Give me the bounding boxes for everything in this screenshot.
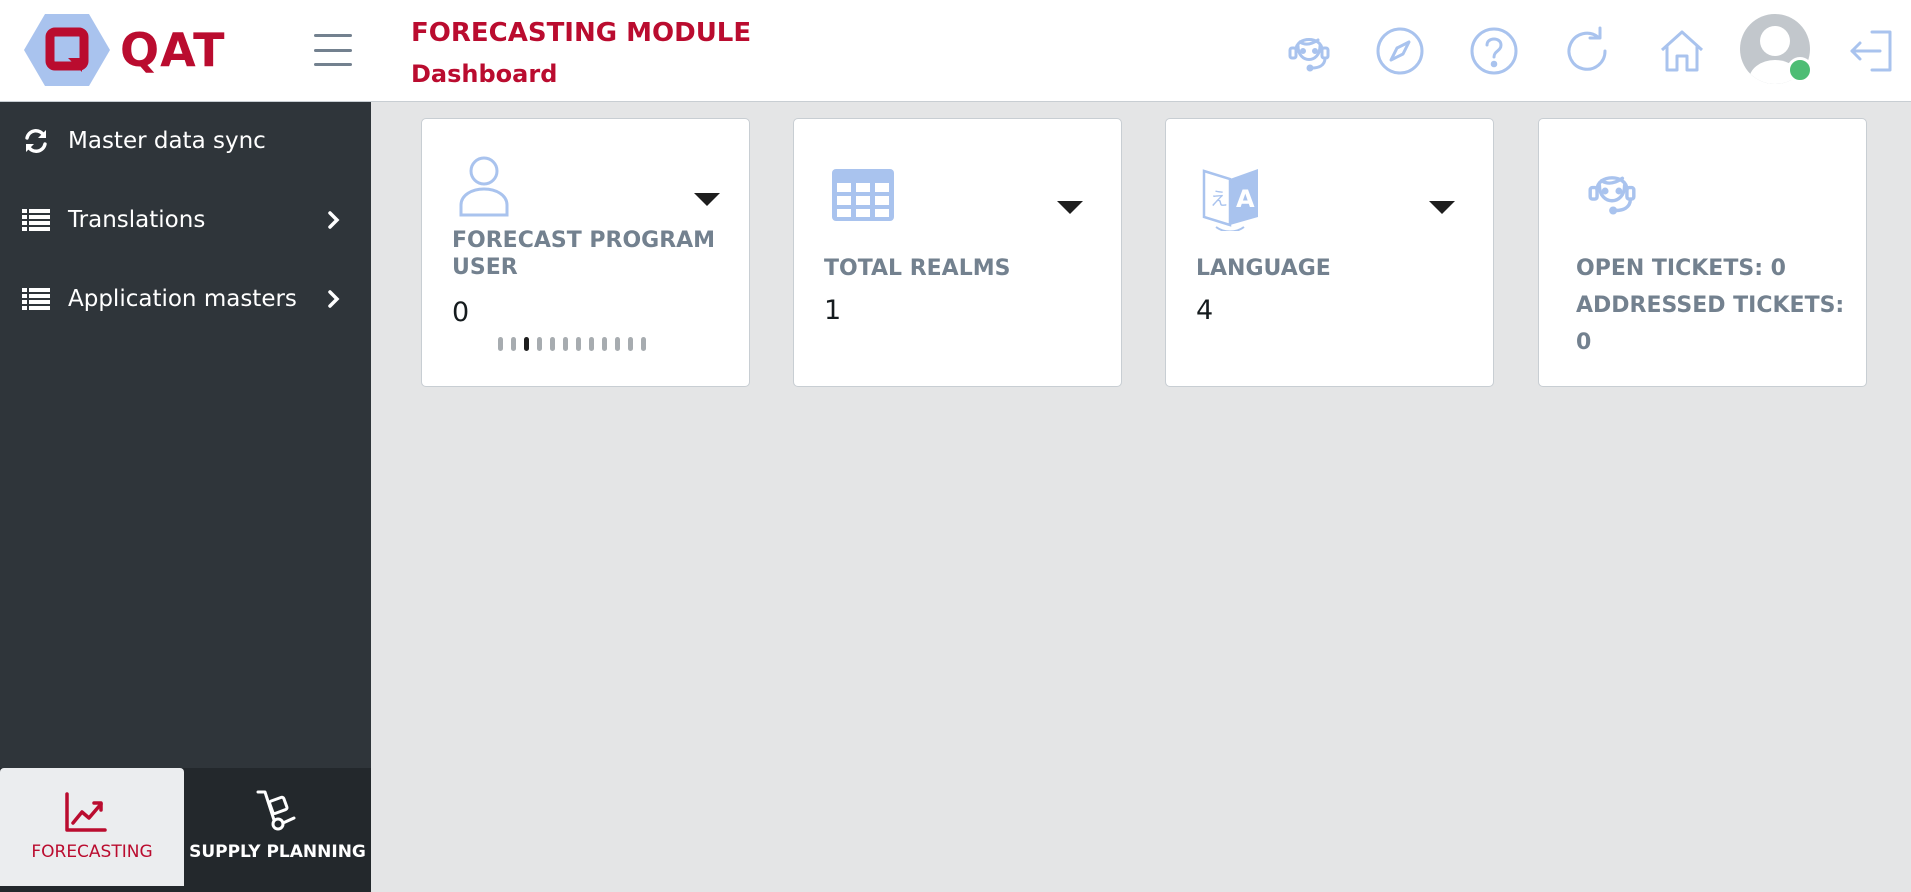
hamburger-line [314, 34, 352, 37]
card-dropdown-toggle[interactable] [1057, 201, 1083, 214]
logo-text: QAT [120, 23, 226, 77]
qat-logo[interactable]: QAT [24, 12, 244, 88]
card-value: 0 [452, 297, 470, 328]
card-dropdown-toggle[interactable] [694, 193, 720, 206]
card-label: TOTAL REALMS [824, 256, 1011, 281]
trend-chart-icon [65, 792, 107, 832]
sidebar-item-application-masters[interactable]: Application masters [0, 269, 371, 329]
carousel-dot[interactable] [641, 337, 646, 351]
open-tickets-label: OPEN TICKETS: 0 [1576, 256, 1786, 281]
hamburger-line [314, 63, 352, 66]
addressed-tickets-value: 0 [1576, 330, 1592, 355]
carousel-dot[interactable] [511, 337, 516, 351]
sync-icon [25, 129, 47, 153]
sidebar-item-translations[interactable]: Translations [0, 190, 371, 250]
carousel-dot[interactable] [602, 337, 607, 351]
language-card: え A LANGUAGE 4 [1165, 118, 1494, 387]
page-title: Dashboard [411, 60, 558, 88]
app-header: QAT FORECASTING MODULE Dashboard [0, 0, 1911, 102]
svg-text:え: え [1210, 189, 1228, 210]
module-switcher: FORECASTING SUPPLY PLANNING [0, 768, 371, 892]
list-icon [22, 209, 50, 231]
tab-supply-planning[interactable]: SUPPLY PLANNING [184, 768, 371, 886]
tickets-card: OPEN TICKETS: 0 ADDRESSED TICKETS: 0 [1538, 118, 1867, 387]
user-icon [459, 156, 509, 217]
compass-icon[interactable] [1373, 24, 1427, 78]
chevron-right-icon [328, 290, 340, 308]
card-label: LANGUAGE [1196, 256, 1331, 281]
sidebar-item-label: Master data sync [68, 128, 266, 154]
list-icon [22, 288, 50, 310]
card-value: 4 [1196, 295, 1214, 326]
forecast-program-user-card: FORECAST PROGRAM USER 0 [421, 118, 750, 387]
total-realms-card: TOTAL REALMS 1 [793, 118, 1122, 387]
carousel-dot[interactable] [615, 337, 620, 351]
carousel-dot[interactable] [537, 337, 542, 351]
card-dropdown-toggle[interactable] [1429, 201, 1455, 214]
module-title: FORECASTING MODULE [411, 18, 752, 48]
carousel-dot[interactable] [576, 337, 581, 351]
grid-icon [832, 169, 894, 221]
hand-truck-icon [256, 790, 296, 831]
hamburger-line [314, 48, 352, 52]
hamburger-menu-button[interactable] [312, 32, 354, 68]
logout-icon[interactable] [1844, 24, 1898, 78]
carousel-dot[interactable] [524, 337, 529, 351]
sidebar-item-label: Translations [68, 207, 206, 233]
headset-icon[interactable] [1282, 24, 1336, 78]
headset-icon [1588, 176, 1636, 215]
sidebar-item-master-data-sync[interactable]: Master data sync [0, 111, 371, 171]
carousel-dot[interactable] [589, 337, 594, 351]
card-value: 1 [824, 295, 842, 326]
svg-text:A: A [1236, 185, 1255, 213]
home-icon[interactable] [1655, 24, 1709, 78]
carousel-dot[interactable] [550, 337, 555, 351]
carousel-dot[interactable] [563, 337, 568, 351]
tab-label: SUPPLY PLANNING [189, 842, 366, 862]
chevron-right-icon [328, 211, 340, 229]
tab-forecasting[interactable]: FORECASTING [0, 768, 184, 886]
translate-icon: え A [1202, 169, 1258, 231]
carousel-indicators [498, 337, 646, 351]
help-icon[interactable] [1467, 24, 1521, 78]
carousel-dot[interactable] [498, 337, 503, 351]
tab-label: FORECASTING [31, 842, 153, 862]
online-status-indicator [1787, 57, 1813, 83]
logo-hexagon-icon [24, 14, 110, 86]
card-label: FORECAST PROGRAM USER [452, 228, 716, 280]
addressed-tickets-label: ADDRESSED TICKETS: [1576, 293, 1845, 318]
refresh-icon[interactable] [1560, 24, 1614, 78]
carousel-dot[interactable] [628, 337, 633, 351]
sidebar-item-label: Application masters [68, 286, 297, 312]
